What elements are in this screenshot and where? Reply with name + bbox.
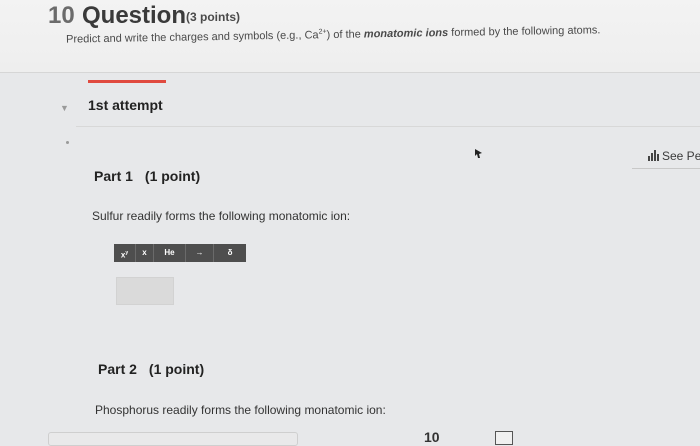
cursor-icon: [475, 149, 482, 158]
part-1-title: Part 1 (1 point): [94, 168, 201, 184]
divider: [76, 126, 700, 127]
bottom-number: 10: [424, 429, 440, 445]
subscript-button[interactable]: x: [136, 244, 154, 262]
dot: [66, 141, 69, 144]
formula-toolbar: xy x He → δ: [114, 244, 246, 262]
question-points: (3 points): [186, 10, 240, 24]
question-header: 10 Question (3 points) Predict and write…: [0, 0, 700, 73]
element-button[interactable]: He: [154, 244, 186, 262]
answer-input[interactable]: [116, 277, 174, 305]
arrow-button[interactable]: →: [186, 244, 214, 262]
window-icon[interactable]: [495, 431, 513, 445]
question-number: 10: [48, 2, 75, 29]
attempt-label[interactable]: 1st attempt: [88, 97, 163, 113]
superscript-button[interactable]: xy: [114, 244, 136, 262]
question-title: Question: [82, 2, 187, 29]
part-1-prompt: Sulfur readily forms the following monat…: [92, 209, 351, 223]
delta-button[interactable]: δ: [214, 244, 246, 262]
answer-input[interactable]: [48, 432, 298, 446]
see-periodic-table-link[interactable]: See Pe: [648, 149, 700, 163]
divider: [632, 168, 700, 169]
attempt-tab-indicator: [88, 80, 166, 83]
part-2-title: Part 2 (1 point): [98, 361, 205, 377]
see-periodic-label: See Pe: [662, 149, 700, 163]
part-2-prompt: Phosphorus readily forms the following m…: [95, 403, 386, 417]
bar-chart-icon: [648, 150, 659, 161]
chevron-down-icon[interactable]: ▼: [60, 103, 69, 113]
